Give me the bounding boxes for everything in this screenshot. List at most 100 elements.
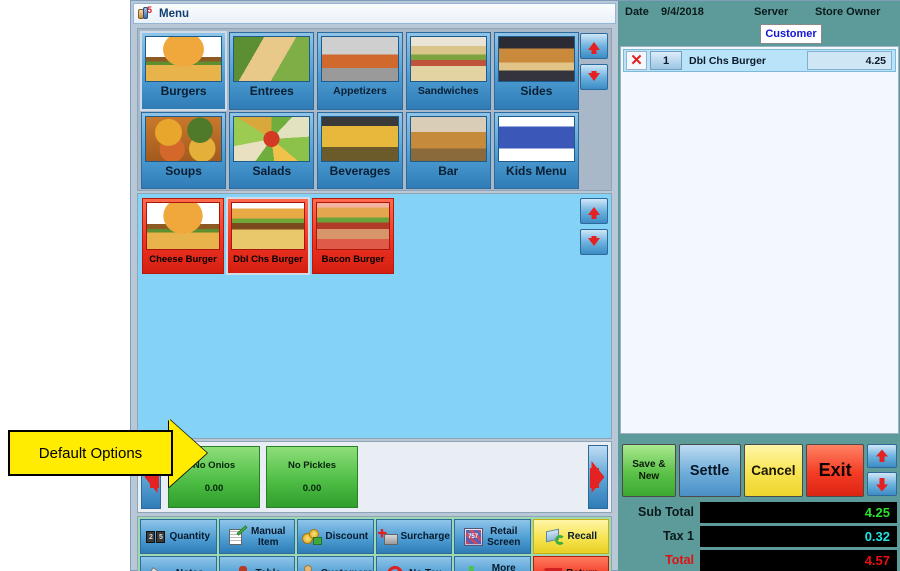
bacon-burger-thumb bbox=[316, 202, 390, 250]
function-button-surcharge[interactable]: Surcharge bbox=[375, 519, 452, 554]
item-scroll-up-icon[interactable] bbox=[580, 198, 608, 224]
function-button-recall[interactable]: Recall bbox=[532, 519, 609, 554]
recall-refresh-icon bbox=[545, 528, 565, 546]
function-label: Quantity bbox=[169, 531, 211, 542]
total-row: Total 4.57 bbox=[622, 549, 897, 571]
total-value: 0.32 bbox=[700, 525, 897, 547]
category-button-entrees[interactable]: Entrees bbox=[229, 32, 315, 110]
category-button-appetizers[interactable]: Appetizers bbox=[317, 32, 403, 110]
order-line-row[interactable]: ✕ 1 Dbl Chs Burger 4.25 bbox=[623, 49, 896, 72]
plus-icon bbox=[462, 565, 482, 571]
table-icon bbox=[232, 565, 253, 571]
function-button-notes[interactable]: Notes bbox=[140, 556, 217, 571]
category-button-burgers[interactable]: Burgers bbox=[139, 31, 228, 111]
category-label: Kids Menu bbox=[506, 163, 567, 178]
kids-thumb bbox=[497, 115, 575, 162]
people-menu-icon: 5 bbox=[138, 6, 153, 21]
function-button-return[interactable]: Return bbox=[532, 556, 609, 571]
bar-thumb bbox=[409, 115, 487, 162]
category-button-bar[interactable]: Bar bbox=[405, 111, 491, 189]
item-button-dbl-chs-burger[interactable]: Dbl Chs Burger bbox=[226, 197, 310, 275]
options-panel: No Onios 0.00 No Pickles 0.00 bbox=[137, 441, 612, 513]
order-totals: Sub Total 4.25 Tax 1 0.32 Total 4.57 bbox=[622, 501, 897, 571]
category-panel: Burgers Entrees Appetizers Sandwiches Sides S… bbox=[137, 28, 612, 191]
total-label: Total bbox=[665, 553, 694, 567]
person-icon bbox=[298, 564, 318, 571]
default-options-callout: Default Options bbox=[8, 430, 173, 476]
order-scroll-down-icon[interactable] bbox=[867, 472, 897, 496]
sandwich-thumb bbox=[409, 36, 487, 82]
save-and-new-label: Save & New bbox=[632, 458, 666, 482]
settle-button[interactable]: Settle bbox=[678, 444, 741, 497]
item-button-bacon-burger[interactable]: Bacon Burger bbox=[312, 198, 394, 274]
save-and-new-button[interactable]: Save & New bbox=[622, 444, 676, 497]
category-button-sides[interactable]: Sides bbox=[493, 32, 579, 110]
category-label: Burgers bbox=[160, 84, 207, 98]
date-label: Date bbox=[625, 6, 649, 18]
category-button-soups[interactable]: Soups bbox=[141, 111, 227, 189]
function-grid: 2 5 Quantity Manual Item Discount Surcharge 757… bbox=[140, 519, 609, 571]
category-label: Appetizers bbox=[333, 85, 387, 97]
salad-thumb bbox=[233, 115, 311, 162]
order-scroll-up-icon[interactable] bbox=[867, 444, 897, 468]
dbl-chs-burger-thumb bbox=[231, 202, 305, 250]
function-button-customers[interactable]: Customers bbox=[297, 556, 374, 571]
category-label: Entrees bbox=[249, 84, 294, 98]
item-grid: Cheese Burger Dbl Chs Burger Bacon Burger bbox=[142, 197, 580, 275]
function-label: Recall bbox=[567, 531, 597, 542]
plus-money-icon bbox=[377, 528, 398, 546]
line-price: 4.25 bbox=[807, 51, 892, 70]
item-scroll-down-icon[interactable] bbox=[580, 229, 608, 255]
function-panel: 2 5 Quantity Manual Item Discount Surcharge 757… bbox=[137, 516, 612, 571]
delete-line-icon[interactable]: ✕ bbox=[626, 51, 647, 70]
callout-label: Default Options bbox=[38, 444, 143, 462]
beverage-thumb bbox=[321, 115, 399, 162]
option-button-no-pickles[interactable]: No Pickles 0.00 bbox=[266, 446, 358, 508]
function-button-retail-screen[interactable]: 757 Retail Screen bbox=[454, 519, 531, 554]
item-button-cheese-burger[interactable]: Cheese Burger bbox=[142, 198, 224, 274]
exit-label: Exit bbox=[818, 460, 852, 480]
order-scroll-arrows bbox=[867, 444, 897, 496]
function-button-more-options[interactable]: MoreOptions bbox=[454, 556, 531, 571]
category-label: Sides bbox=[520, 84, 553, 98]
exit-button[interactable]: Exit bbox=[806, 444, 864, 497]
category-button-sandwiches[interactable]: Sandwiches bbox=[405, 32, 491, 110]
category-button-salads[interactable]: Salads bbox=[229, 111, 315, 189]
category-label: Salads bbox=[252, 163, 292, 178]
pos-screen: 5 Menu Burgers Entrees Appetizers Sandwiche… bbox=[0, 0, 900, 571]
option-price: 0.00 bbox=[204, 483, 224, 494]
function-label: MoreOptions bbox=[491, 562, 516, 571]
function-label: Discount bbox=[325, 531, 369, 542]
order-column: Date 9/4/2018 Server Store Owner Custome… bbox=[618, 1, 900, 571]
category-button-beverages[interactable]: Beverages bbox=[317, 111, 403, 189]
burger-thumb bbox=[145, 36, 223, 82]
function-label: Retail Screen bbox=[487, 525, 521, 548]
server-label: Server bbox=[754, 6, 789, 18]
coins-icon bbox=[302, 528, 323, 546]
appetizer-thumb bbox=[321, 36, 399, 82]
cancel-button[interactable]: Cancel bbox=[743, 444, 804, 497]
order-line-list[interactable]: ✕ 1 Dbl Chs Burger 4.25 bbox=[620, 46, 899, 434]
category-label: Sandwiches bbox=[417, 85, 479, 97]
function-button-quantity[interactable]: 2 5 Quantity bbox=[140, 519, 217, 554]
settle-label: Settle bbox=[689, 462, 730, 479]
category-button-kids-menu[interactable]: Kids Menu bbox=[493, 111, 579, 189]
function-button-discount[interactable]: Discount bbox=[297, 519, 374, 554]
options-next-arrow-icon[interactable] bbox=[588, 445, 608, 509]
window-titlebar: 5 Menu bbox=[133, 3, 616, 24]
category-scroll-down-icon[interactable] bbox=[580, 64, 608, 90]
window-title: Menu bbox=[159, 7, 190, 20]
pos-window: 5 Menu Burgers Entrees Appetizers Sandwiche… bbox=[130, 0, 900, 571]
category-scroll-up-icon[interactable] bbox=[580, 33, 608, 59]
cheese-burger-thumb bbox=[146, 202, 220, 250]
function-button-table[interactable]: Table bbox=[218, 556, 295, 571]
line-quantity[interactable]: 1 bbox=[650, 51, 682, 70]
function-button-manual-item[interactable]: Manual Item bbox=[218, 519, 295, 554]
total-value: 4.57 bbox=[700, 549, 897, 571]
customer-tab[interactable]: Customer bbox=[760, 24, 822, 44]
total-value: 4.25 bbox=[700, 501, 897, 523]
line-item-name: Dbl Chs Burger bbox=[689, 54, 767, 67]
total-row: Sub Total 4.25 bbox=[622, 501, 897, 523]
function-button-no-tax[interactable]: No Tax bbox=[375, 556, 452, 571]
cancel-label: Cancel bbox=[751, 463, 796, 478]
